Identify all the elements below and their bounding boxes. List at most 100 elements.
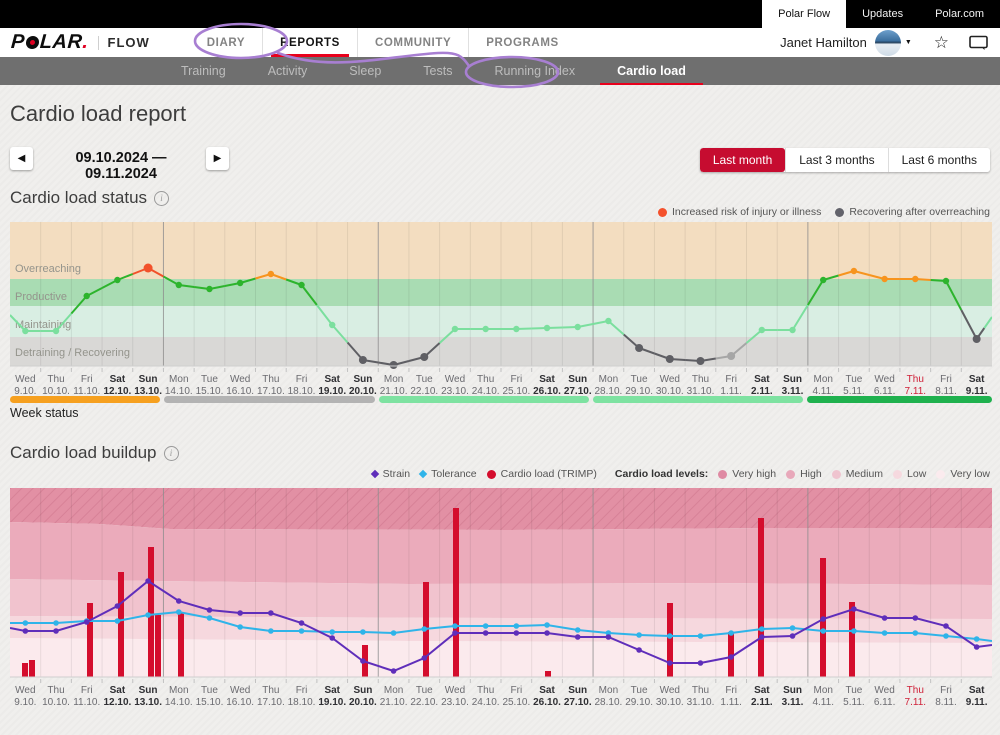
week-status-label: Week status [10, 406, 79, 420]
svg-text:Fri: Fri [940, 374, 952, 385]
svg-text:Sat: Sat [969, 374, 985, 385]
legend-label: Recovering after overreaching [849, 206, 990, 218]
svg-text:4.11.: 4.11. [812, 697, 834, 708]
svg-text:4.11.: 4.11. [812, 386, 834, 396]
site-tabs: Polar FlowUpdatesPolar.com [762, 0, 1000, 28]
svg-text:Wed: Wed [445, 685, 465, 696]
svg-text:21.10.: 21.10. [380, 386, 408, 396]
legend-item-recovering-after-overreaching: Recovering after overreaching [835, 206, 990, 218]
svg-text:Sat: Sat [539, 374, 555, 385]
svg-text:Sat: Sat [110, 685, 126, 696]
subnav-item-training[interactable]: Training [160, 57, 247, 85]
svg-text:Fri: Fri [81, 685, 93, 696]
svg-text:Sun: Sun [783, 374, 802, 385]
svg-text:Wed: Wed [445, 374, 465, 385]
svg-text:Thu: Thu [477, 685, 494, 696]
legend-item-cardio-load-trimp: Cardio load (TRIMP) [487, 468, 597, 480]
nav-item-programs[interactable]: PROGRAMS [468, 28, 576, 57]
user-name[interactable]: Janet Hamilton [780, 35, 867, 50]
polar-logo[interactable]: PLAR. [10, 31, 89, 54]
svg-text:Wed: Wed [660, 374, 680, 385]
svg-text:26.10.: 26.10. [533, 697, 561, 708]
feedback-chat-icon[interactable] [969, 35, 988, 51]
divider [98, 36, 99, 50]
nav-item-diary[interactable]: DIARY [190, 28, 262, 57]
svg-text:22.10.: 22.10. [410, 697, 438, 708]
svg-text:15.10.: 15.10. [196, 697, 224, 708]
svg-text:Fri: Fri [725, 685, 737, 696]
svg-text:Sun: Sun [353, 374, 372, 385]
svg-text:Wed: Wed [15, 685, 35, 696]
svg-text:Sun: Sun [353, 685, 372, 696]
svg-text:Wed: Wed [230, 374, 250, 385]
nav-item-community[interactable]: COMMUNITY [357, 28, 468, 57]
buildup-section-heading: Cardio load buildup [10, 443, 157, 463]
svg-text:28.10.: 28.10. [595, 697, 623, 708]
subnav-item-tests[interactable]: Tests [402, 57, 473, 85]
svg-text:Sun: Sun [568, 685, 587, 696]
svg-text:Wed: Wed [874, 685, 894, 696]
subnav-item-cardio-load[interactable]: Cardio load [596, 57, 707, 85]
user-area: Janet Hamilton ▼ ☆ [780, 28, 988, 57]
svg-text:19.10.: 19.10. [318, 697, 346, 708]
svg-text:Fri: Fri [296, 374, 308, 385]
favorite-star-icon[interactable]: ☆ [934, 33, 949, 53]
legend-dot-icon [658, 208, 667, 217]
legend-item-increased-risk-of-injury-or-illness: Increased risk of injury or illness [658, 206, 821, 218]
next-period-button[interactable]: ▶ [206, 147, 229, 170]
last-3-months-button[interactable]: Last 3 months [785, 148, 887, 172]
topbar-tab-polar-com[interactable]: Polar.com [919, 0, 1000, 28]
svg-text:18.10.: 18.10. [288, 697, 316, 708]
svg-text:Wed: Wed [874, 374, 894, 385]
svg-text:Sat: Sat [969, 685, 985, 696]
legend-marker-icon [370, 470, 378, 478]
svg-text:7.11.: 7.11. [905, 386, 927, 396]
svg-text:1.11.: 1.11. [720, 386, 742, 396]
svg-text:Thu: Thu [262, 374, 279, 385]
svg-text:Tue: Tue [416, 685, 433, 696]
svg-text:Mon: Mon [384, 374, 403, 385]
svg-text:23.10.: 23.10. [441, 386, 469, 396]
level-dot-icon [936, 470, 945, 479]
svg-text:19.10.: 19.10. [318, 386, 346, 396]
info-icon[interactable]: i [164, 446, 179, 461]
svg-text:Overreaching: Overreaching [15, 263, 81, 275]
level-label: Medium [846, 468, 883, 480]
level-label: Very high [732, 468, 776, 480]
prev-period-button[interactable]: ◀ [10, 147, 33, 170]
level-item-medium: Medium [832, 468, 883, 480]
subnav-item-running-index[interactable]: Running Index [473, 57, 596, 85]
subnav-item-sleep[interactable]: Sleep [328, 57, 402, 85]
last-6-months-button[interactable]: Last 6 months [888, 148, 990, 172]
svg-text:Mon: Mon [169, 685, 188, 696]
svg-text:Tue: Tue [201, 685, 218, 696]
svg-text:21.10.: 21.10. [380, 697, 408, 708]
level-item-high: High [786, 468, 822, 480]
subnav-item-activity[interactable]: Activity [247, 57, 329, 85]
svg-text:Thu: Thu [47, 374, 64, 385]
svg-text:28.10.: 28.10. [595, 386, 623, 396]
topbar-tab-polar-flow[interactable]: Polar Flow [762, 0, 846, 28]
svg-text:Sat: Sat [539, 685, 555, 696]
level-dot-icon [786, 470, 795, 479]
svg-text:30.10.: 30.10. [656, 386, 684, 396]
week-status-segment-1 [10, 396, 160, 403]
topbar-tab-updates[interactable]: Updates [846, 0, 919, 28]
nav-item-reports[interactable]: REPORTS [262, 28, 357, 57]
week-status-segment-2 [164, 396, 375, 403]
svg-text:7.11.: 7.11. [905, 697, 927, 708]
svg-text:Thu: Thu [907, 374, 924, 385]
polar-flow-app: Polar FlowUpdatesPolar.com PLAR. FLOW DI… [0, 0, 1000, 735]
svg-text:Mon: Mon [599, 685, 618, 696]
week-status-bars [10, 396, 992, 403]
svg-text:20.10.: 20.10. [349, 386, 377, 396]
svg-text:Wed: Wed [15, 374, 35, 385]
svg-text:Sun: Sun [139, 374, 158, 385]
info-icon[interactable]: i [154, 191, 169, 206]
reports-subnav: TrainingActivitySleepTestsRunning IndexC… [0, 57, 1000, 85]
svg-text:Fri: Fri [725, 374, 737, 385]
svg-text:1.11.: 1.11. [720, 697, 742, 708]
level-label: High [800, 468, 822, 480]
avatar[interactable] [875, 30, 901, 56]
last-month-button[interactable]: Last month [700, 148, 785, 172]
